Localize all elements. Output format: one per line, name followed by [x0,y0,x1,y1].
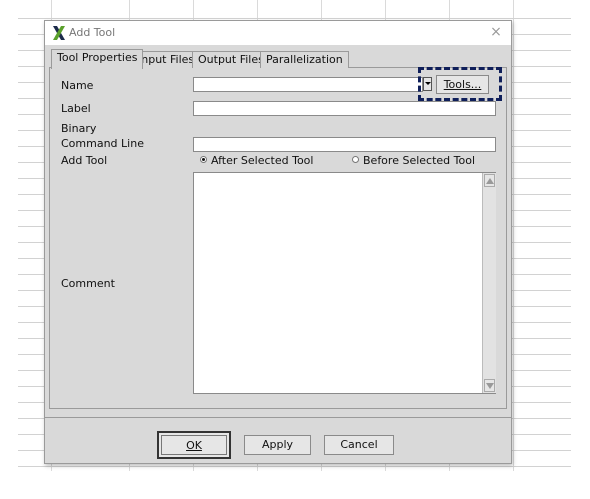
add-tool-label: Add Tool [61,154,108,167]
add-tool-dialog: Add Tool × Tool Properties Input Files O… [44,20,512,464]
scroll-up-icon[interactable] [484,174,495,187]
tab-tool-properties[interactable]: Tool Properties [51,49,144,69]
scrollbar-track[interactable] [482,173,496,393]
before-selected-label[interactable]: Before Selected Tool [363,154,475,167]
tab-output-files[interactable]: Output Files [192,51,270,68]
ok-button[interactable]: OK [157,431,231,459]
command-line-field[interactable] [193,137,496,152]
close-icon[interactable]: × [489,24,503,40]
background-margin-bottom [0,471,590,499]
title-bar[interactable]: Add Tool × [45,21,511,45]
scroll-down-icon[interactable] [484,379,495,392]
x-logo-icon [53,26,65,40]
cancel-button-label: Cancel [340,438,378,451]
window-title: Add Tool [69,26,116,39]
apply-button[interactable]: Apply [244,435,311,455]
label-label: Label [61,102,91,115]
after-selected-radio[interactable] [200,156,207,163]
background-margin-right [571,0,590,499]
name-label: Name [61,79,94,92]
cancel-button[interactable]: Cancel [324,435,394,455]
chevron-down-icon[interactable] [423,77,432,91]
label-field[interactable] [193,101,496,116]
apply-button-label: Apply [261,438,294,451]
after-selected-label[interactable]: After Selected Tool [211,154,313,167]
tools-button[interactable]: Tools... [436,75,489,94]
name-combobox[interactable] [193,77,423,92]
background-margin-left [0,0,18,499]
tab-parallelization[interactable]: Parallelization [260,51,349,68]
footer-separator [45,417,511,418]
command-line-label: Command Line [61,137,144,150]
before-selected-radio[interactable] [352,156,359,163]
comment-textarea[interactable] [193,172,496,394]
ok-button-label: OK [186,439,202,452]
comment-scrollbar[interactable] [482,173,496,393]
binary-label: Binary [61,122,97,135]
comment-label: Comment [61,277,115,290]
